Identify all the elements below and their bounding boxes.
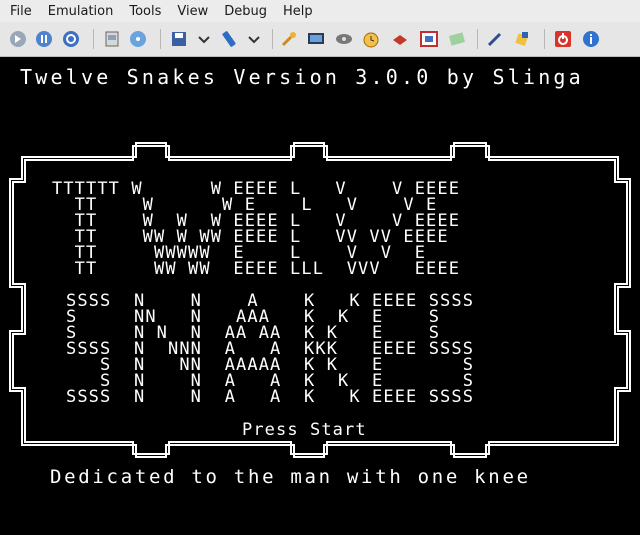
- toolbar-separator: [272, 29, 273, 49]
- snakes-block-text: SSSS N N A K K EEEE SSSS S NN N AAA K K …: [66, 291, 475, 407]
- palette-icon[interactable]: [448, 30, 466, 48]
- reset-icon[interactable]: [9, 30, 27, 48]
- fullscreen-icon[interactable]: [420, 30, 438, 48]
- alarm-clock-icon[interactable]: [362, 30, 380, 48]
- edit-pen-icon[interactable]: [486, 30, 504, 48]
- menu-debug[interactable]: Debug: [224, 4, 267, 19]
- refresh-icon[interactable]: [62, 30, 80, 48]
- press-start-text: Press Start: [242, 420, 367, 440]
- toolbar-separator: [160, 29, 161, 49]
- settings-wrench-icon[interactable]: [280, 30, 298, 48]
- chevron-down-icon[interactable]: [245, 30, 263, 48]
- toolbar: [0, 22, 640, 57]
- disc-icon[interactable]: [129, 30, 147, 48]
- cpu-chip-icon[interactable]: [391, 30, 409, 48]
- menu-bar: File Emulation Tools View Debug Help: [0, 0, 640, 22]
- save-icon[interactable]: [170, 30, 188, 48]
- emulator-screen[interactable]: Twelve Snakes Version 3.0.0 by Slinga TT…: [0, 57, 640, 535]
- chevron-down-icon[interactable]: [195, 30, 213, 48]
- toolbar-separator: [544, 29, 545, 49]
- usb-stick-icon[interactable]: [220, 30, 238, 48]
- monitor-icon[interactable]: [307, 30, 325, 48]
- cd-drive-icon[interactable]: [335, 30, 353, 48]
- menu-help[interactable]: Help: [283, 4, 313, 19]
- cartridge-icon[interactable]: [103, 30, 121, 48]
- menu-emulation[interactable]: Emulation: [48, 4, 114, 19]
- toolbar-separator: [93, 29, 94, 49]
- debug-tool-icon[interactable]: [514, 30, 532, 48]
- dedication-text: Dedicated to the man with one knee: [50, 466, 531, 488]
- twelve-block-text: TTTTTT W W EEEE L V V EEEE TT W W E L V …: [52, 179, 461, 279]
- menu-view[interactable]: View: [177, 4, 208, 19]
- power-icon[interactable]: [554, 30, 572, 48]
- menu-tools[interactable]: Tools: [129, 4, 161, 19]
- info-icon[interactable]: [582, 30, 600, 48]
- menu-file[interactable]: File: [10, 4, 32, 19]
- pause-icon[interactable]: [35, 30, 53, 48]
- toolbar-separator: [477, 29, 478, 49]
